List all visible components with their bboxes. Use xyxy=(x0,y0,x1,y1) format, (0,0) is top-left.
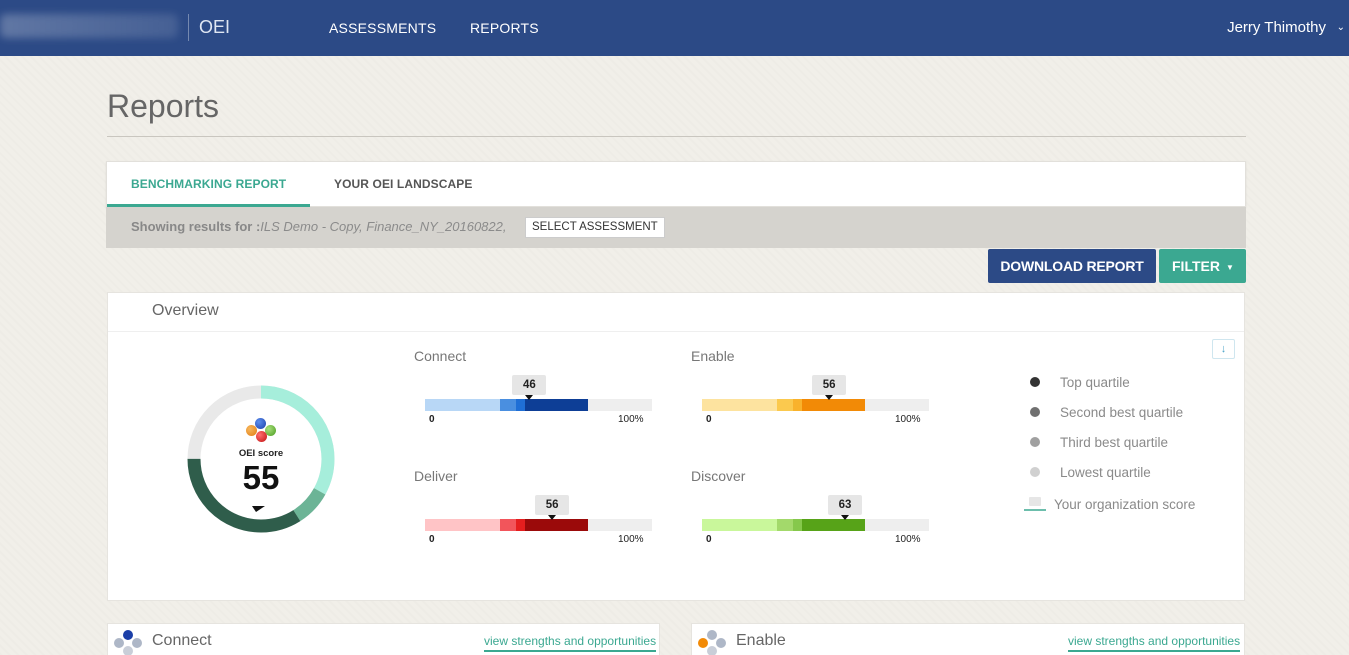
results-value: ILS Demo - Copy, Finance_NY_20160822, xyxy=(260,219,507,234)
gauge-pointer xyxy=(252,506,265,512)
org-score-icon xyxy=(1024,497,1046,511)
company-logo[interactable] xyxy=(0,14,178,38)
legend-third-quartile: Third best quartile xyxy=(1060,435,1169,450)
enable-max-label: 100% xyxy=(895,414,921,425)
discover-bar-segment xyxy=(801,519,866,531)
select-assessment-button[interactable]: SELECT ASSESSMENT xyxy=(525,217,665,238)
deliver-score-bubble: 56 xyxy=(535,495,570,515)
connect-card: Connect view strengths and opportunities xyxy=(107,623,660,655)
enable-score-pointer xyxy=(825,395,834,400)
discover-score-bubble: 63 xyxy=(828,495,862,515)
legend-top-quartile: Top quartile xyxy=(1060,375,1130,390)
deliver-bar-segment xyxy=(515,519,525,531)
tab-benchmarking-report[interactable]: BENCHMARKING REPORT xyxy=(106,177,311,207)
connect-min-label: 0 xyxy=(429,414,435,425)
discover-min-label: 0 xyxy=(706,534,712,545)
enable-molecule-icon xyxy=(694,629,728,655)
deliver-max-label: 100% xyxy=(618,534,644,545)
download-icon[interactable]: ↓ xyxy=(1212,339,1235,359)
discover-score-pointer xyxy=(841,515,849,520)
logo-divider xyxy=(188,14,189,41)
enable-bar-segment xyxy=(801,399,866,411)
connect-bar-segment xyxy=(425,399,500,411)
overview-card: Overview ↓ OEI score 55 Connect 46 0 100% En… xyxy=(107,292,1245,601)
connect-bar-segment xyxy=(515,399,525,411)
oei-score-label: OEI score xyxy=(238,448,284,459)
discover-bar-segment xyxy=(702,519,777,531)
filter-label: FILTER xyxy=(1172,258,1220,274)
discover-bar-segment xyxy=(776,519,793,531)
discover-title: Discover xyxy=(691,468,746,484)
legend-org-score: Your organization score xyxy=(1054,497,1196,512)
discover-max-label: 100% xyxy=(895,534,921,545)
discover-bar xyxy=(702,519,929,531)
chevron-down-icon[interactable]: ⌄ xyxy=(1337,22,1345,33)
oei-molecule-icon xyxy=(246,418,276,442)
brand-name[interactable]: OEI xyxy=(199,17,230,38)
caret-down-icon: ▼ xyxy=(1225,263,1234,272)
connect-card-title: Connect xyxy=(152,632,212,649)
tab-oei-landscape[interactable]: YOUR OEI LANDSCAPE xyxy=(334,177,472,191)
legend-dot-lowest xyxy=(1030,467,1040,477)
page-title: Reports xyxy=(107,88,220,124)
enable-card-title: Enable xyxy=(736,632,786,649)
enable-score-bubble: 56 xyxy=(812,375,847,395)
connect-score-bubble: 46 xyxy=(512,375,547,395)
enable-title: Enable xyxy=(691,348,735,364)
connect-molecule-icon xyxy=(110,629,144,655)
overview-header: Overview xyxy=(108,293,1244,332)
legend-dot-third xyxy=(1030,437,1040,447)
results-label: Showing results for :ILS Demo - Copy, Fi… xyxy=(131,219,506,234)
nav-reports[interactable]: REPORTS xyxy=(470,20,539,36)
report-tabs: BENCHMARKING REPORT YOUR OEI LANDSCAPE xyxy=(106,161,1246,207)
enable-card: Enable view strengths and opportunities xyxy=(691,623,1245,655)
deliver-title: Deliver xyxy=(414,468,458,484)
enable-bar-segment xyxy=(776,399,793,411)
legend-lowest-quartile: Lowest quartile xyxy=(1060,465,1151,480)
nav-assessments[interactable]: ASSESSMENTS xyxy=(329,20,436,36)
user-menu[interactable]: Jerry Thimothy xyxy=(1227,19,1326,36)
enable-bar-segment xyxy=(702,399,777,411)
oei-score-value: 55 xyxy=(242,459,280,496)
connect-max-label: 100% xyxy=(618,414,644,425)
results-bar: Showing results for :ILS Demo - Copy, Fi… xyxy=(106,207,1246,248)
connect-score-pointer xyxy=(525,395,534,400)
legend-dot-top xyxy=(1030,377,1040,387)
deliver-bar-segment xyxy=(425,519,500,531)
results-prefix: Showing results for : xyxy=(131,219,261,234)
deliver-score-pointer xyxy=(548,515,557,520)
connect-title: Connect xyxy=(414,348,467,364)
title-divider xyxy=(107,136,1246,137)
top-nav: OEI ASSESSMENTS REPORTS Jerry Thimothy ⌄ xyxy=(0,0,1349,56)
connect-bar-segment xyxy=(524,399,589,411)
connect-strengths-link[interactable]: view strengths and opportunities xyxy=(484,634,657,652)
deliver-bar-segment xyxy=(524,519,589,531)
download-report-button[interactable]: DOWNLOAD REPORT xyxy=(988,249,1156,283)
enable-bar-segment xyxy=(792,399,802,411)
enable-strengths-link[interactable]: view strengths and opportunities xyxy=(1068,634,1241,652)
filter-button[interactable]: FILTER ▼ xyxy=(1159,249,1246,283)
connect-bar xyxy=(425,399,652,411)
connect-bar-segment xyxy=(499,399,516,411)
enable-min-label: 0 xyxy=(706,414,712,425)
deliver-bar-segment xyxy=(499,519,516,531)
enable-bar xyxy=(702,399,929,411)
legend-second-quartile: Second best quartile xyxy=(1060,405,1184,420)
legend-dot-second xyxy=(1030,407,1040,417)
deliver-min-label: 0 xyxy=(429,534,435,545)
discover-bar-segment xyxy=(792,519,802,531)
overview-title: Overview xyxy=(152,302,219,319)
deliver-bar xyxy=(425,519,652,531)
